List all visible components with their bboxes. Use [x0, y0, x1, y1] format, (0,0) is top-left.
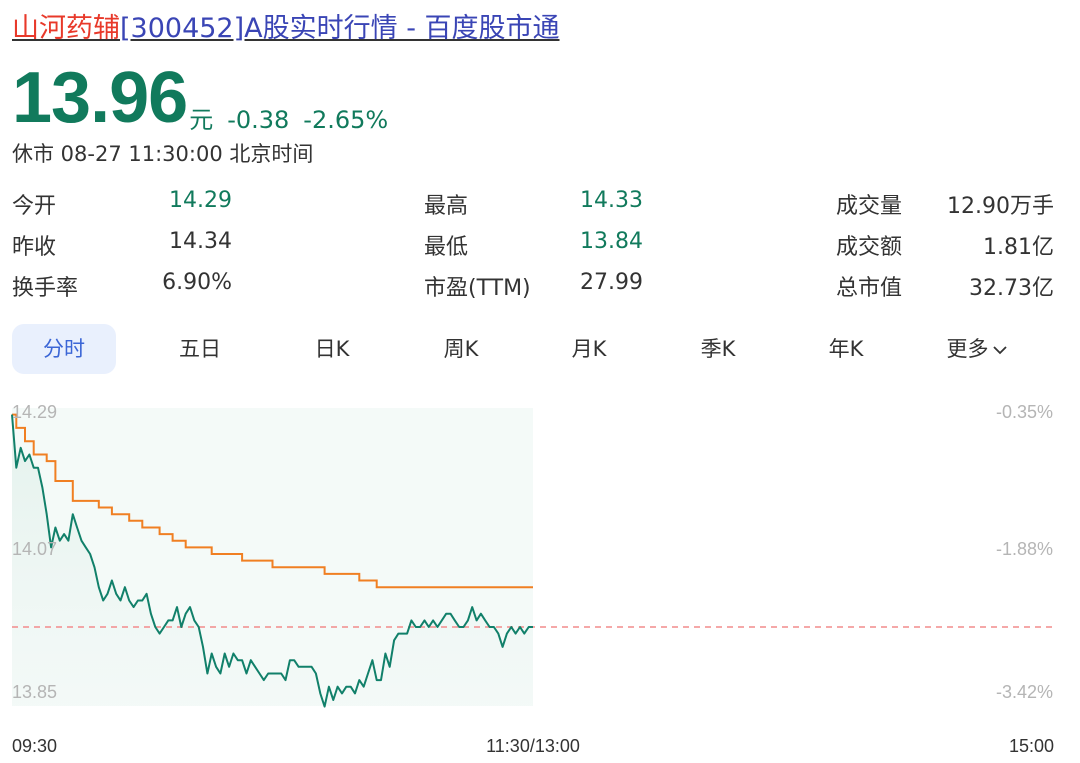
tab-label: 日K — [314, 337, 350, 361]
tab-1[interactable]: 分时 — [12, 324, 116, 374]
page-title-link[interactable]: 山河药辅[300452]A股实时行情 - 百度股市通 — [12, 6, 560, 45]
chevron-down-icon — [989, 337, 1008, 361]
tab-label: 更多 — [946, 337, 989, 361]
title-rest: [300452]A股实时行情 - 百度股市通 — [120, 13, 560, 44]
stat-label: 换手率 — [12, 276, 79, 301]
stock-name: 山河药辅 — [12, 13, 120, 44]
tab-2[interactable]: 五日 — [145, 324, 255, 374]
tab-label: 五日 — [179, 337, 221, 361]
stat-value: 14.33 — [580, 188, 643, 213]
stat-value: 14.29 — [169, 188, 232, 213]
price-change: -0.38 — [227, 106, 290, 134]
tab-3[interactable]: 日K — [277, 324, 387, 374]
stat-label: 成交额 — [836, 235, 903, 260]
stat-value: 14.34 — [169, 229, 232, 254]
y-right-tick-label: -1.88% — [996, 539, 1053, 559]
quote-row: 13.96 元 -0.38 -2.65% — [12, 62, 388, 134]
tab-7[interactable]: 年K — [791, 324, 901, 374]
stat-label: 最低 — [424, 235, 469, 260]
y-right-tick-label: -0.35% — [996, 402, 1053, 422]
tab-8[interactable]: 更多 — [922, 324, 1032, 374]
price-unit: 元 — [189, 106, 214, 134]
price-change-pct: -2.65% — [303, 106, 389, 134]
market-status: 休市 08-27 11:30:00 北京时间 — [12, 142, 314, 166]
y-tick-label: 14.29 — [12, 402, 57, 422]
tab-5[interactable]: 月K — [534, 324, 644, 374]
current-price: 13.96 — [12, 58, 188, 138]
stat-label: 市盈(TTM) — [424, 276, 531, 301]
tab-label: 月K — [571, 337, 607, 361]
tab-label: 周K — [443, 337, 479, 361]
stat-value: 13.84 — [580, 229, 643, 254]
intraday-chart: 14.29 14.07 13.85 -0.35% -1.88% -3.42% — [11, 402, 1054, 708]
chart-period-tabs: 分时 五日 日K 周K 月K 季K 年K 更多 — [12, 324, 1068, 376]
x-tick-label: 15:00 — [1008, 736, 1054, 756]
tab-label: 年K — [828, 337, 864, 361]
stat-label: 今开 — [12, 194, 57, 219]
x-tick-label: 09:30 — [12, 736, 58, 756]
y-tick-label: 13.85 — [12, 682, 57, 702]
y-right-tick-label: -3.42% — [996, 682, 1053, 702]
x-tick-label: 11:30/13:00 — [486, 736, 580, 756]
stat-label: 昨收 — [12, 235, 57, 260]
tab-label: 分时 — [43, 337, 85, 361]
stat-value: 27.99 — [580, 270, 643, 295]
stat-value: 6.90% — [162, 270, 232, 295]
stat-value: 12.90万手 — [947, 194, 1054, 219]
stat-label: 成交量 — [836, 194, 903, 219]
stat-label: 总市值 — [836, 276, 903, 301]
tab-4[interactable]: 周K — [406, 324, 516, 374]
stat-value: 1.81亿 — [983, 235, 1054, 260]
tab-label: 季K — [700, 337, 736, 361]
y-tick-label: 14.07 — [12, 539, 57, 559]
stat-label: 最高 — [424, 194, 469, 219]
stat-value: 32.73亿 — [969, 276, 1054, 301]
tab-6[interactable]: 季K — [663, 324, 773, 374]
